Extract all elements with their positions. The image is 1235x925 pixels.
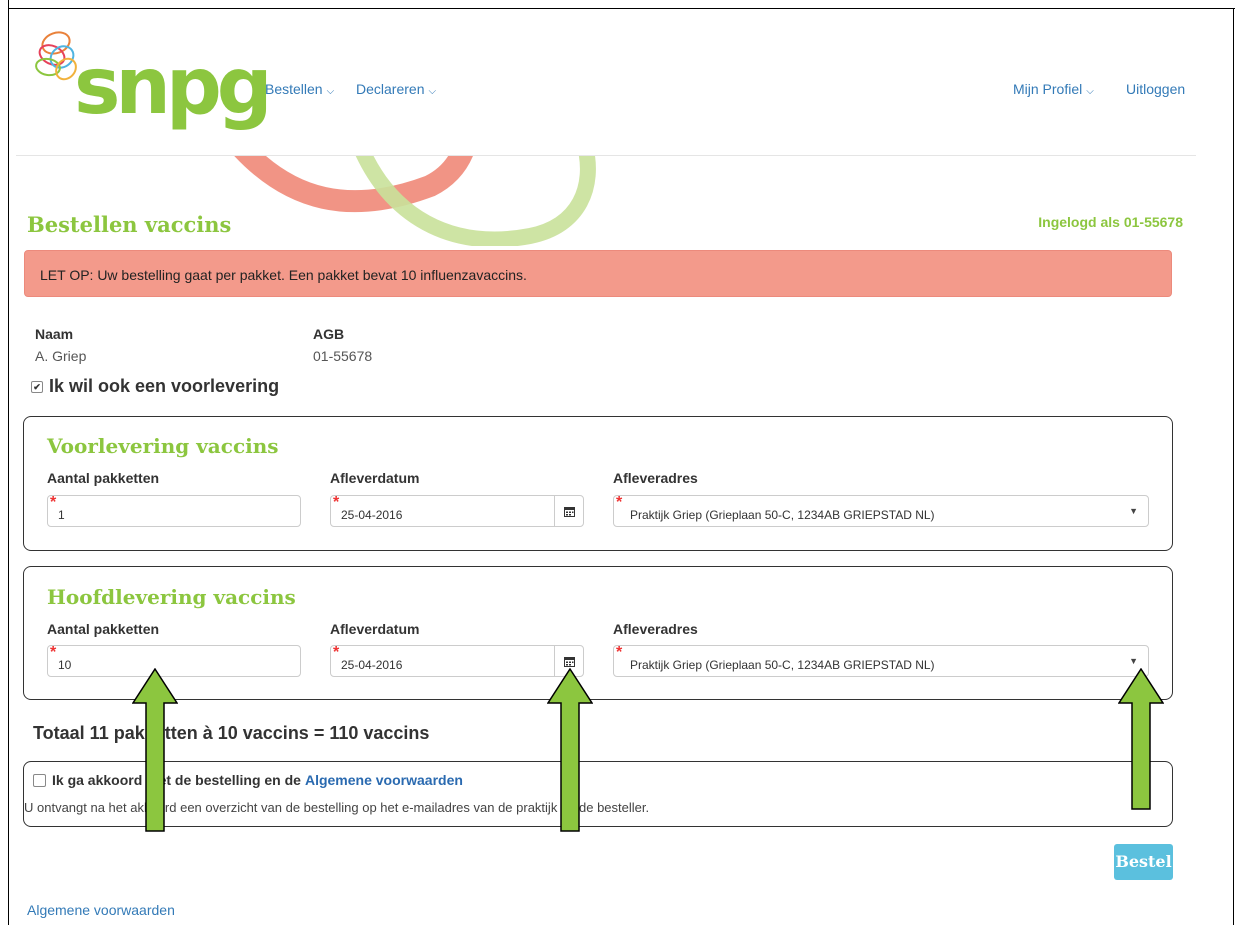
required-marker: * (616, 494, 623, 511)
pre-delivery-checkbox[interactable]: ✔ (31, 380, 43, 393)
pre-qty-label: Aantal pakketten (47, 470, 160, 486)
chevron-down-icon: ⌵ (428, 86, 437, 97)
frame-border-right (1233, 8, 1234, 925)
pre-delivery-checkbox-label: Ik wil ook een voorlevering (49, 376, 280, 396)
terms-link[interactable]: Algemene voorwaarden (305, 772, 463, 788)
required-marker: * (333, 494, 340, 511)
main-delivery-title: Hoofdlevering vaccins (47, 585, 296, 609)
calendar-icon[interactable] (554, 496, 583, 526)
footer-terms-link[interactable]: Algemene voorwaarden (27, 902, 175, 918)
nav-mijn-profiel[interactable]: Mijn Profiel ⌵ (1013, 81, 1094, 97)
pre-delivery-title: Voorlevering vaccins (47, 434, 279, 458)
nav-declareren-label: Declareren (356, 81, 425, 97)
main-date-input[interactable]: * 25-04-2016 (330, 644, 584, 677)
agreement-option[interactable]: Ik ga akkoord met de bestelling en de Al… (33, 772, 463, 788)
main-date-label: Afleverdatum (330, 621, 420, 637)
chevron-down-icon: ⌵ (1086, 86, 1094, 97)
order-total: Totaal 11 pakketten à 10 vaccins = 110 v… (33, 723, 430, 743)
agreement-panel (23, 761, 1173, 827)
required-marker: * (333, 644, 340, 661)
nav-bestellen-label: Bestellen (265, 81, 323, 97)
nav-uitloggen[interactable]: Uitloggen (1126, 81, 1185, 97)
agb-value: 01-55678 (313, 348, 373, 364)
nav-bestellen[interactable]: Bestellen ⌵ (265, 81, 334, 97)
required-marker: * (50, 644, 57, 661)
main-address-select[interactable]: * Praktijk Griep (Grieplaan 50-C, 1234AB… (613, 644, 1149, 677)
annotation-arrow-up-icon (132, 668, 178, 832)
frame-border-left (8, 0, 9, 925)
nav-declareren[interactable]: Declareren ⌵ (356, 81, 436, 97)
required-marker: * (616, 644, 623, 661)
name-label: Naam (35, 326, 74, 342)
agreement-checkbox[interactable] (33, 773, 46, 787)
pre-address-label: Afleveradres (613, 470, 698, 486)
pre-address-select[interactable]: * Praktijk Griep (Grieplaan 50-C, 1234AB… (613, 494, 1149, 527)
annotation-arrow-up-icon (547, 668, 593, 832)
chevron-down-icon: ⌵ (326, 86, 335, 97)
pre-date-input[interactable]: * 25-04-2016 (330, 494, 584, 527)
page-title: Bestellen vaccins (27, 212, 232, 237)
pre-delivery-option[interactable]: ✔ Ik wil ook een voorlevering (31, 376, 279, 397)
background-swirl-decoration (234, 156, 596, 246)
pre-qty-input[interactable]: * 1 (47, 494, 301, 527)
info-alert: LET OP: Uw bestelling gaat per pakket. E… (24, 250, 1172, 297)
pre-address-value: Praktijk Griep (Grieplaan 50-C, 1234AB G… (630, 508, 935, 522)
nav-mijn-profiel-label: Mijn Profiel (1013, 81, 1083, 97)
pre-qty-value: 1 (58, 508, 65, 522)
logged-in-status: Ingelogd als 01-55678 (1038, 214, 1183, 230)
name-value: A. Griep (35, 348, 87, 364)
required-marker: * (50, 494, 57, 511)
pre-date-value: 25-04-2016 (341, 508, 403, 522)
caret-down-icon: ▼ (1129, 656, 1138, 666)
annotation-arrow-up-icon (1118, 668, 1164, 810)
main-qty-label: Aantal pakketten (47, 621, 160, 637)
main-address-label: Afleveradres (613, 621, 698, 637)
main-qty-value: 10 (58, 658, 72, 672)
order-submit-button[interactable]: Bestel (1114, 844, 1173, 880)
main-date-value: 25-04-2016 (341, 658, 403, 672)
logo-text: snpg (74, 42, 273, 132)
main-address-value: Praktijk Griep (Grieplaan 50-C, 1234AB G… (630, 658, 935, 672)
caret-down-icon: ▼ (1129, 506, 1138, 516)
frame-border-top (8, 8, 1235, 9)
agb-label: AGB (313, 326, 345, 342)
pre-date-label: Afleverdatum (330, 470, 420, 486)
